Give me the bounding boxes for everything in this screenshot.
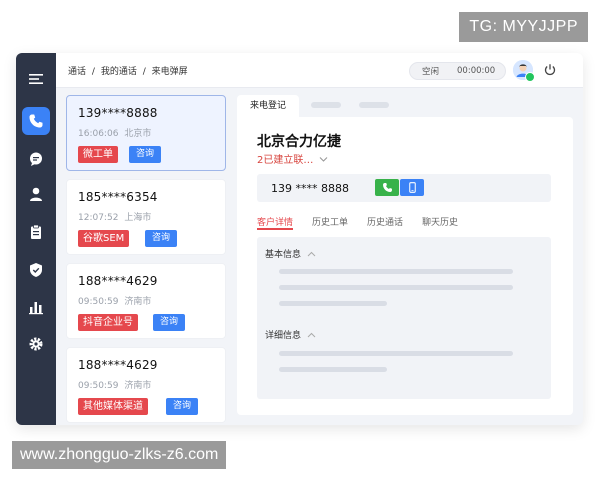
call-meta: 12:07:52 上海市: [78, 210, 151, 223]
source-tag: 抖音企业号: [78, 314, 138, 331]
call-city: 上海市: [124, 213, 152, 223]
placeholder-line: [279, 301, 387, 306]
source-tag: 谷歌SEM: [78, 230, 130, 247]
call-city: 济南市: [124, 381, 152, 391]
call-meta: 09:50:59 济南市: [78, 378, 151, 391]
section-title: 基本信息: [265, 250, 302, 260]
placeholder-line: [279, 285, 513, 290]
consult-button[interactable]: 咨询: [145, 230, 178, 247]
customer-info: 基本信息 详细信息: [257, 237, 551, 399]
shield-icon[interactable]: [22, 256, 50, 284]
tab-ticket-history[interactable]: 历史工单: [312, 215, 348, 228]
call-card[interactable]: 185****6354 12:07:52 上海市 谷歌SEM 咨询: [66, 179, 226, 255]
phone-row: 139 **** 8888: [257, 174, 551, 202]
chat-icon[interactable]: [22, 145, 50, 173]
call-meta: 09:50:59 济南市: [78, 294, 151, 307]
call-button[interactable]: [375, 179, 399, 196]
sidebar: [16, 53, 56, 425]
section-basic-info[interactable]: 基本信息: [265, 247, 316, 260]
chevron-down-icon: [319, 157, 327, 162]
consult-button[interactable]: 咨询: [129, 146, 162, 163]
detail-subtabs: 客户详情 历史工单 历史通话 聊天历史: [257, 215, 551, 231]
app-window: 通话 / 我的通话 / 来电弹屏 空闲 00:00:00 139****8888…: [16, 53, 583, 425]
bar-chart-icon[interactable]: [22, 293, 50, 321]
breadcrumb-item[interactable]: 我的通话: [101, 67, 137, 77]
watermark-bottom: www.zhongguo-zlks-z6.com: [12, 441, 227, 469]
consult-button[interactable]: 咨询: [153, 314, 186, 331]
tab-call-history[interactable]: 历史通话: [367, 215, 403, 228]
call-time: 09:50:59: [78, 381, 119, 391]
company-name: 北京合力亿捷: [257, 134, 341, 150]
detail-panel: 北京合力亿捷 2已建立联… 139 **** 8888 客户详情 历史工单 历史…: [237, 117, 573, 415]
agent-status[interactable]: 空闲 00:00:00: [409, 62, 506, 80]
caller-number: 185****6354: [78, 190, 158, 204]
call-time: 09:50:59: [78, 297, 119, 307]
user-icon[interactable]: [22, 180, 50, 208]
tab-customer-details[interactable]: 客户详情: [257, 215, 293, 228]
top-bar: 通话 / 我的通话 / 来电弹屏 空闲 00:00:00: [56, 53, 583, 88]
chevron-up-icon: [307, 251, 316, 257]
avatar[interactable]: [513, 60, 535, 82]
section-detail-info[interactable]: 详细信息: [265, 328, 316, 341]
placeholder-line: [279, 367, 387, 372]
call-meta: 16:06:06 北京市: [78, 126, 151, 139]
source-tag: 其他媒体渠道: [78, 398, 148, 415]
call-city: 北京市: [124, 129, 152, 139]
call-card[interactable]: 188****4629 09:50:59 济南市 其他媒体渠道 咨询: [66, 347, 226, 423]
tab-chat-history[interactable]: 聊天历史: [422, 215, 458, 228]
call-card[interactable]: 139****8888 16:06:06 北京市 微工单 咨询: [66, 95, 226, 171]
consult-button[interactable]: 咨询: [166, 398, 199, 415]
source-tag: 微工单: [78, 146, 118, 163]
mobile-button[interactable]: [400, 179, 424, 196]
gear-icon[interactable]: [22, 330, 50, 358]
caller-number: 188****4629: [78, 358, 158, 372]
phone-number: 139 **** 8888: [271, 182, 349, 195]
menu-icon[interactable]: [22, 65, 50, 93]
call-time: 12:07:52: [78, 213, 119, 223]
caller-number: 188****4629: [78, 274, 158, 288]
call-card[interactable]: 188****4629 09:50:59 济南市 抖音企业号 咨询: [66, 263, 226, 339]
linked-text: 2已建立联…: [257, 155, 314, 166]
tab-call-registration[interactable]: 来电登记: [237, 95, 299, 117]
tab-placeholder[interactable]: [359, 102, 389, 108]
caller-number: 139****8888: [78, 106, 158, 120]
placeholder-line: [279, 269, 513, 274]
linked-contacts[interactable]: 2已建立联…: [257, 151, 328, 166]
call-time: 16:06:06: [78, 129, 119, 139]
active-tab-indicator: [257, 228, 293, 230]
breadcrumb-separator: /: [91, 67, 95, 77]
breadcrumb-item-current: 来电弹屏: [151, 67, 188, 77]
call-city: 济南市: [124, 297, 152, 307]
mobile-icon: [408, 182, 416, 193]
call-list: 139****8888 16:06:06 北京市 微工单 咨询 185****63…: [66, 95, 228, 425]
placeholder-line: [279, 351, 513, 356]
power-icon[interactable]: [543, 63, 557, 77]
chevron-up-icon: [307, 332, 316, 338]
breadcrumb: 通话 / 我的通话 / 来电弹屏: [68, 64, 188, 77]
section-title: 详细信息: [265, 331, 302, 341]
breadcrumb-separator: /: [142, 67, 146, 77]
phone-icon: [382, 183, 392, 192]
phone-icon[interactable]: [22, 107, 50, 135]
online-status-icon: [525, 72, 535, 82]
tab-placeholder[interactable]: [311, 102, 341, 108]
clipboard-icon[interactable]: [22, 218, 50, 246]
call-timer: 00:00:00: [457, 66, 496, 76]
main-tabs: 来电登记: [237, 95, 573, 117]
watermark-top: TG: MYYJJPP: [459, 12, 588, 42]
status-text: 空闲: [422, 67, 440, 77]
breadcrumb-item[interactable]: 通话: [68, 67, 86, 77]
